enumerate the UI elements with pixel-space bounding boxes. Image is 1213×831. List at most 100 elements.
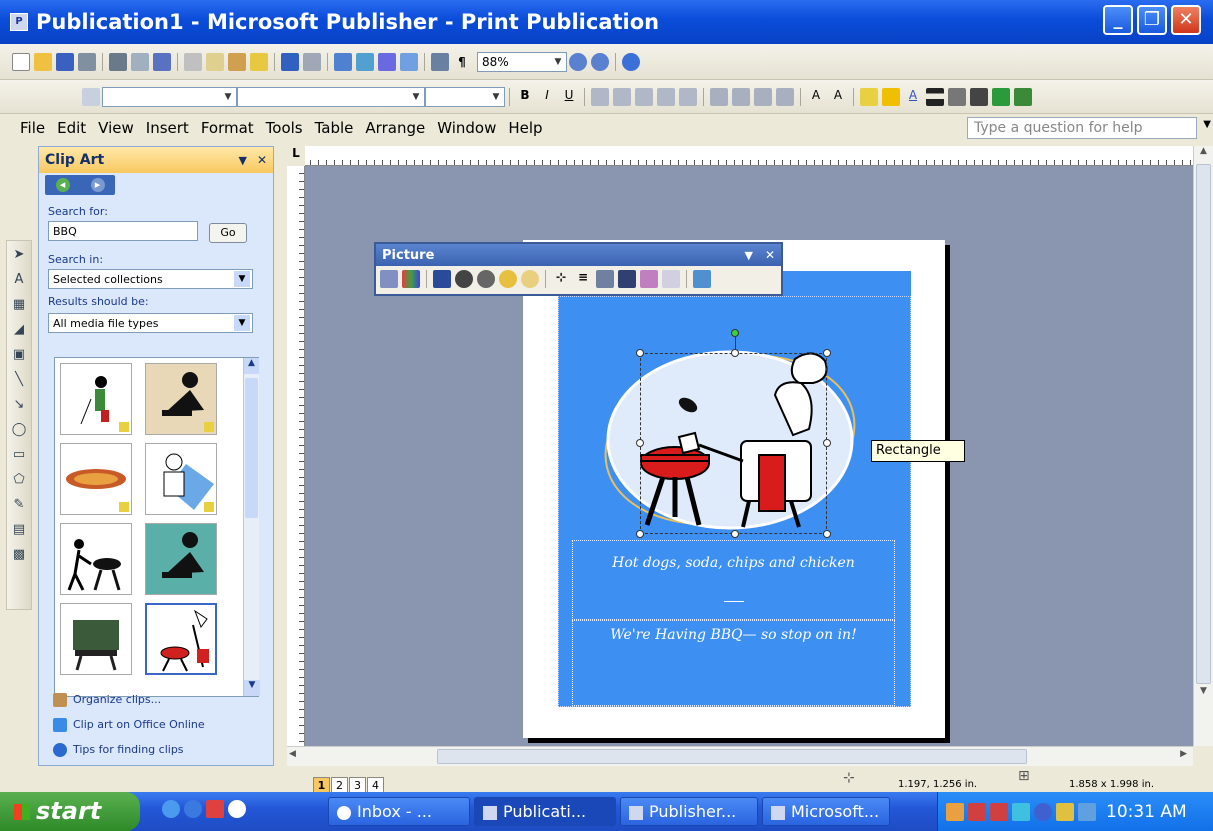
bring-forward-icon[interactable] <box>334 52 352 71</box>
crop-icon[interactable]: ⊹ <box>552 270 570 288</box>
clip-thumbnail[interactable] <box>145 443 217 515</box>
tray-icon[interactable] <box>1012 802 1030 821</box>
scroll-up-icon[interactable]: ▲ <box>244 358 259 374</box>
arrow-style-icon[interactable] <box>970 87 988 106</box>
insert-object-icon[interactable]: ▩ <box>11 547 27 563</box>
line-color-icon[interactable] <box>882 87 900 106</box>
resize-handle[interactable] <box>731 530 739 538</box>
font-size-combo[interactable]: ▼ <box>425 86 505 107</box>
open-icon[interactable] <box>34 52 52 71</box>
clip-thumbnail[interactable] <box>145 523 217 595</box>
cut-icon[interactable] <box>184 52 202 71</box>
search-input[interactable]: BBQ <box>48 221 198 241</box>
back-icon[interactable]: ◂ <box>55 178 70 192</box>
dash-style-icon[interactable] <box>948 87 966 106</box>
toolbar-options-icon[interactable]: ▼ <box>744 249 752 262</box>
scrollbar-thumb[interactable] <box>437 749 1027 764</box>
clip-thumbnail[interactable] <box>60 443 132 515</box>
columns-icon[interactable] <box>431 52 449 71</box>
resize-handle[interactable] <box>823 349 831 357</box>
resize-handle[interactable] <box>823 439 831 447</box>
help-search-input[interactable]: Type a question for help <box>967 117 1197 139</box>
scroll-up-icon[interactable]: ▲ <box>1194 146 1213 162</box>
menu-window[interactable]: Window <box>437 119 496 137</box>
text-wrapping-icon[interactable] <box>618 270 636 288</box>
forward-icon[interactable]: ▸ <box>90 178 105 192</box>
horizontal-ruler[interactable] <box>287 146 1193 166</box>
organize-clips-link[interactable]: Organize clips... <box>53 693 161 707</box>
chevron-down-icon[interactable]: ▼ <box>488 88 504 106</box>
3d-style-icon[interactable] <box>1014 87 1032 106</box>
print-preview-icon[interactable] <box>109 52 127 71</box>
taskbar-item-publication[interactable]: Publicati... <box>474 797 616 826</box>
resize-handle[interactable] <box>823 530 831 538</box>
connector-icon[interactable] <box>206 800 224 818</box>
print-icon[interactable] <box>78 52 96 71</box>
internet-explorer-icon[interactable] <box>162 800 180 818</box>
vertical-ruler[interactable] <box>287 166 305 746</box>
text-box-2[interactable]: We're Having BBQ— so stop on in! <box>572 620 895 706</box>
menu-help[interactable]: Help <box>508 119 542 137</box>
redo-icon[interactable] <box>303 52 321 71</box>
clip-thumbnail[interactable] <box>60 523 132 595</box>
tips-link[interactable]: Tips for finding clips <box>53 743 184 757</box>
new-icon[interactable] <box>12 52 30 71</box>
menu-insert[interactable]: Insert <box>146 119 189 137</box>
close-button[interactable]: ✕ <box>1171 5 1201 35</box>
chevron-down-icon[interactable]: ▼ <box>408 88 424 106</box>
close-icon[interactable]: ✕ <box>257 153 267 167</box>
scroll-down-icon[interactable]: ▼ <box>1194 686 1213 702</box>
zoom-tool-icon[interactable] <box>400 52 418 71</box>
scrollbar-thumb[interactable] <box>245 378 258 518</box>
resize-handle[interactable] <box>731 349 739 357</box>
picture-toolbar-header[interactable]: Picture ▼ ✕ <box>376 244 781 266</box>
research-icon[interactable] <box>153 52 171 71</box>
publisher-app-icon[interactable]: P <box>10 13 28 31</box>
tray-icon[interactable] <box>1034 802 1052 821</box>
brightness-icon[interactable] <box>521 270 539 288</box>
style-combo[interactable]: ▼ <box>102 86 237 107</box>
zoom-in-icon[interactable] <box>591 52 609 71</box>
font-combo[interactable]: ▼ <box>237 86 425 107</box>
line-spacing-icon[interactable] <box>679 87 697 106</box>
design-gallery-icon[interactable]: ▤ <box>11 522 27 538</box>
line-icon[interactable]: ╲ <box>11 372 27 388</box>
less-contrast-icon[interactable] <box>455 270 473 288</box>
pilcrow-icon[interactable]: ¶ <box>453 53 471 71</box>
rotate-handle[interactable] <box>731 329 739 337</box>
hyperlink-icon[interactable] <box>378 52 396 71</box>
color-icon[interactable] <box>402 270 420 288</box>
table-icon[interactable]: ▦ <box>11 297 27 313</box>
ruler-corner[interactable]: L <box>287 146 305 166</box>
shadow-style-icon[interactable] <box>992 87 1010 106</box>
zoom-out-icon[interactable] <box>569 52 587 71</box>
fill-color-icon[interactable] <box>860 87 878 106</box>
zoom-combo[interactable]: 88% ▼ <box>477 51 567 72</box>
clip-thumbnail[interactable] <box>60 363 132 435</box>
more-brightness-icon[interactable] <box>477 270 495 288</box>
line-style-icon[interactable]: ≡ <box>574 270 592 288</box>
clip-art-online-link[interactable]: Clip art on Office Online <box>53 718 205 732</box>
decrease-indent-icon[interactable] <box>754 87 772 106</box>
rectangle-icon[interactable]: ▭ <box>11 447 27 463</box>
chevron-down-icon[interactable]: ▼ <box>550 53 566 71</box>
resize-handle[interactable] <box>636 530 644 538</box>
less-brightness-icon[interactable] <box>499 270 517 288</box>
styles-icon[interactable] <box>82 87 100 106</box>
select-pointer-icon[interactable]: ➤ <box>11 247 27 263</box>
align-right-icon[interactable] <box>635 87 653 106</box>
bullets-icon[interactable] <box>732 87 750 106</box>
scroll-right-icon[interactable]: ▶ <box>1180 749 1187 759</box>
menu-edit[interactable]: Edit <box>57 119 86 137</box>
justify-icon[interactable] <box>657 87 675 106</box>
align-left-icon[interactable] <box>591 87 609 106</box>
format-picture-icon[interactable] <box>640 270 658 288</box>
undo-icon[interactable] <box>281 52 299 71</box>
spelling-icon[interactable] <box>131 52 149 71</box>
scroll-left-icon[interactable]: ◀ <box>289 749 296 759</box>
minimize-button[interactable]: _ <box>1103 5 1133 35</box>
reset-picture-icon[interactable] <box>693 270 711 288</box>
increase-indent-icon[interactable] <box>776 87 794 106</box>
bold-icon[interactable]: B <box>516 88 534 106</box>
numbering-icon[interactable] <box>710 87 728 106</box>
